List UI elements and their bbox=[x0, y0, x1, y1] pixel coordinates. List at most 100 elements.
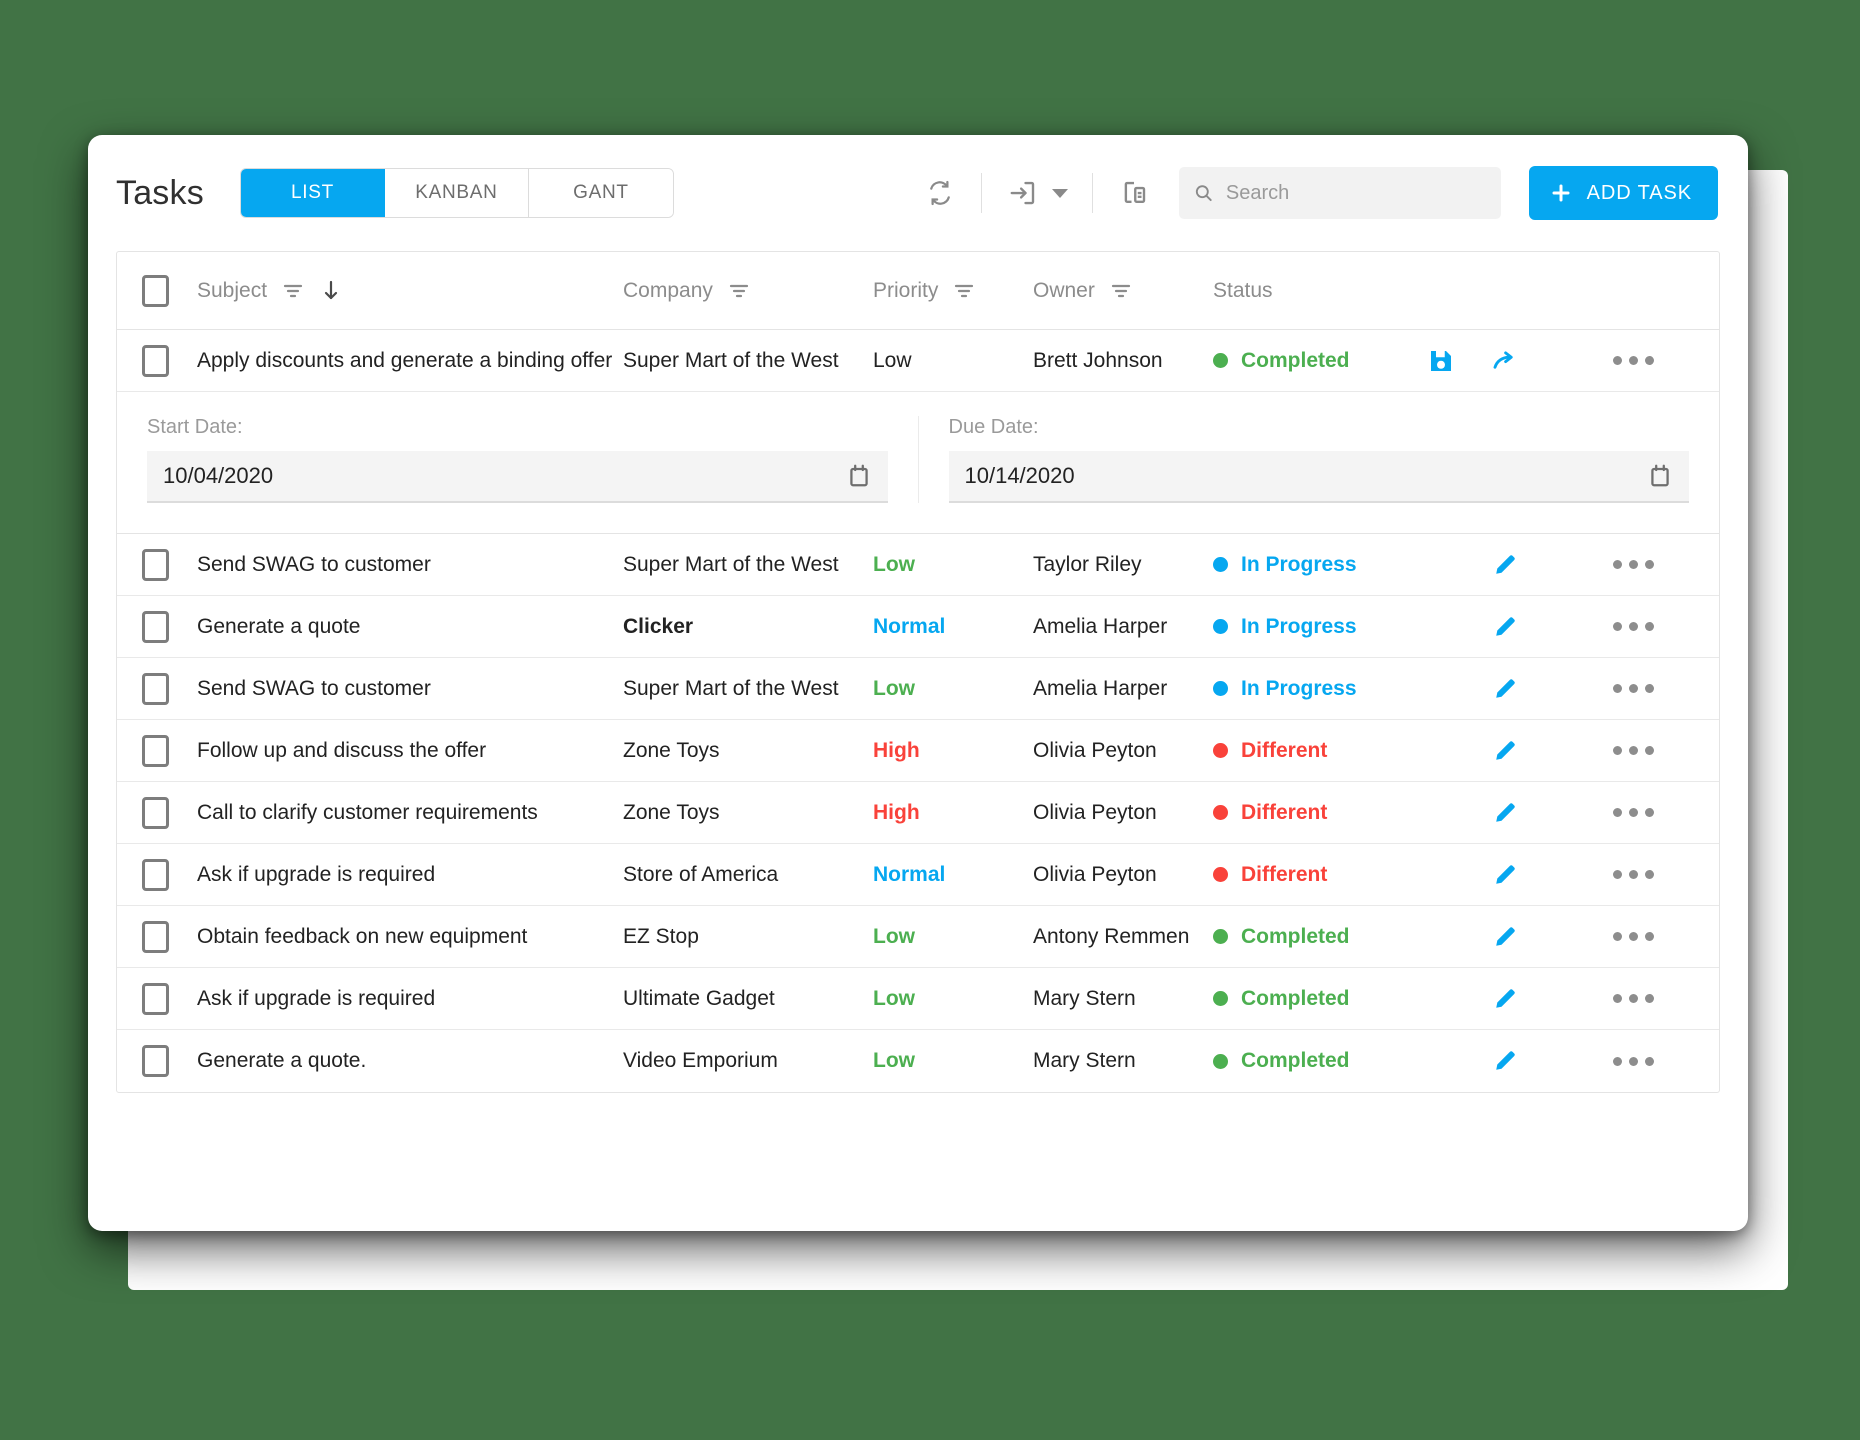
grid-header-row: Subject Company Priority Owner Status bbox=[117, 252, 1719, 330]
cell-company: Super Mart of the West bbox=[623, 553, 873, 577]
start-date-input[interactable]: 10/04/2020 bbox=[147, 451, 888, 503]
cell-actions bbox=[1413, 338, 1719, 384]
more-options-icon[interactable] bbox=[1605, 852, 1661, 898]
cell-actions bbox=[1413, 852, 1719, 898]
pencil-edit-icon[interactable] bbox=[1477, 666, 1533, 712]
cell-actions bbox=[1413, 976, 1719, 1022]
table-row[interactable]: Generate a quote. Video Emporium Low Mary S… bbox=[117, 1030, 1719, 1092]
column-label-subject[interactable]: Subject bbox=[197, 279, 267, 303]
priority-text: Normal bbox=[873, 614, 946, 638]
row-checkbox[interactable] bbox=[141, 672, 169, 705]
select-all-checkbox[interactable] bbox=[141, 274, 169, 307]
table-row[interactable]: Obtain feedback on new equipment EZ Stop L… bbox=[117, 906, 1719, 968]
table-row[interactable]: Ask if upgrade is required Ultimate Gadge… bbox=[117, 968, 1719, 1030]
filter-icon[interactable] bbox=[281, 279, 305, 303]
row-checkbox[interactable] bbox=[141, 858, 169, 891]
cell-status: In Progress bbox=[1213, 677, 1413, 701]
select-all-cell bbox=[117, 274, 193, 307]
priority-text: Low bbox=[873, 986, 915, 1010]
calendar-picker-button[interactable] bbox=[846, 463, 872, 489]
row-checkbox[interactable] bbox=[141, 548, 169, 581]
owner-text: Amelia Harper bbox=[1033, 676, 1168, 700]
table-row[interactable]: Apply discounts and generate a binding o… bbox=[117, 330, 1719, 392]
row-checkbox[interactable] bbox=[141, 344, 169, 377]
table-row[interactable]: Call to clarify customer requirements Zon… bbox=[117, 782, 1719, 844]
column-label-company[interactable]: Company bbox=[623, 279, 713, 303]
column-header-subject: Subject bbox=[193, 278, 623, 304]
more-options-icon[interactable] bbox=[1605, 1038, 1661, 1084]
filter-icon[interactable] bbox=[952, 279, 976, 303]
search-icon bbox=[1195, 185, 1212, 202]
more-options-icon[interactable] bbox=[1605, 338, 1661, 384]
more-options-icon[interactable] bbox=[1605, 790, 1661, 836]
owner-text: Taylor Riley bbox=[1033, 552, 1142, 576]
cell-actions bbox=[1413, 728, 1719, 774]
pencil-edit-icon[interactable] bbox=[1477, 1038, 1533, 1084]
pencil-edit-icon[interactable] bbox=[1477, 852, 1533, 898]
table-row[interactable]: Send SWAG to customer Super Mart of the W… bbox=[117, 658, 1719, 720]
cell-owner: Olivia Peyton bbox=[1033, 863, 1213, 887]
pencil-edit-icon[interactable] bbox=[1477, 604, 1533, 650]
search-input[interactable] bbox=[1225, 181, 1487, 205]
pencil-edit-icon bbox=[1496, 864, 1515, 884]
row-checkbox[interactable] bbox=[141, 1045, 169, 1077]
status-text: Different bbox=[1241, 862, 1328, 886]
pencil-edit-icon[interactable] bbox=[1477, 976, 1533, 1022]
row-checkbox[interactable] bbox=[141, 982, 169, 1015]
add-task-button[interactable]: ADD TASK bbox=[1528, 166, 1718, 220]
action-spacer bbox=[1541, 666, 1597, 712]
view-tab-gant[interactable]: GANT bbox=[528, 169, 673, 217]
save-icon[interactable] bbox=[1413, 338, 1469, 384]
table-row[interactable]: Follow up and discuss the offer Zone Toys… bbox=[117, 720, 1719, 782]
row-checkbox[interactable] bbox=[141, 734, 169, 767]
cell-company: Zone Toys bbox=[623, 801, 873, 825]
company-text: EZ Stop bbox=[623, 924, 699, 948]
pencil-edit-icon bbox=[1496, 988, 1515, 1008]
subject-text: Send SWAG to customer bbox=[197, 552, 431, 576]
company-text: Zone Toys bbox=[623, 800, 720, 824]
more-options-icon[interactable] bbox=[1605, 542, 1661, 588]
owner-text: Olivia Peyton bbox=[1033, 800, 1157, 824]
import-dropdown-caret[interactable] bbox=[1046, 173, 1074, 213]
search-box[interactable] bbox=[1178, 167, 1501, 219]
column-label-priority[interactable]: Priority bbox=[873, 279, 938, 303]
import-icon[interactable] bbox=[1000, 170, 1046, 216]
status-dot-icon bbox=[1213, 805, 1228, 820]
due-date-input[interactable]: 10/14/2020 bbox=[948, 451, 1689, 503]
more-options-icon[interactable] bbox=[1605, 666, 1661, 712]
priority-text: Low bbox=[873, 676, 915, 700]
cell-subject: Apply discounts and generate a binding o… bbox=[193, 349, 623, 373]
redo-arrow-icon[interactable] bbox=[1477, 338, 1533, 384]
status-dot-icon bbox=[1213, 991, 1228, 1006]
pencil-edit-icon[interactable] bbox=[1477, 790, 1533, 836]
pencil-edit-icon[interactable] bbox=[1477, 542, 1533, 588]
table-row[interactable]: Generate a quote Clicker Normal Amelia Harp… bbox=[117, 596, 1719, 658]
view-tab-kanban[interactable]: KANBAN bbox=[384, 169, 529, 217]
row-checkbox[interactable] bbox=[141, 920, 169, 953]
status-badge: Completed bbox=[1213, 925, 1413, 949]
status-dot-icon bbox=[1213, 929, 1228, 944]
company-text: Ultimate Gadget bbox=[623, 986, 775, 1010]
more-options-icon[interactable] bbox=[1605, 728, 1661, 774]
pencil-edit-icon[interactable] bbox=[1477, 914, 1533, 960]
document-settings-icon[interactable] bbox=[1111, 170, 1157, 216]
row-checkbox[interactable] bbox=[141, 796, 169, 829]
sort-descending-icon[interactable] bbox=[319, 278, 343, 304]
row-checkbox[interactable] bbox=[141, 610, 169, 643]
table-row[interactable]: Ask if upgrade is required Store of Ameri… bbox=[117, 844, 1719, 906]
pencil-edit-icon[interactable] bbox=[1477, 728, 1533, 774]
table-row[interactable]: Send SWAG to customer Super Mart of the W… bbox=[117, 534, 1719, 596]
more-options-icon[interactable] bbox=[1605, 914, 1661, 960]
column-label-owner[interactable]: Owner bbox=[1033, 279, 1095, 303]
column-label-status[interactable]: Status bbox=[1213, 279, 1273, 303]
filter-icon[interactable] bbox=[727, 279, 751, 303]
filter-icon[interactable] bbox=[1109, 279, 1133, 303]
refresh-icon[interactable] bbox=[917, 170, 963, 216]
cell-company: Store of America bbox=[623, 863, 873, 887]
more-options-icon[interactable] bbox=[1605, 604, 1661, 650]
more-options-icon[interactable] bbox=[1605, 976, 1661, 1022]
start-date-field: Start Date: 10/04/2020 bbox=[117, 416, 919, 503]
view-tab-list[interactable]: LIST bbox=[240, 169, 385, 217]
calendar-picker-button[interactable] bbox=[1647, 463, 1673, 489]
cell-status: Completed bbox=[1213, 925, 1413, 949]
